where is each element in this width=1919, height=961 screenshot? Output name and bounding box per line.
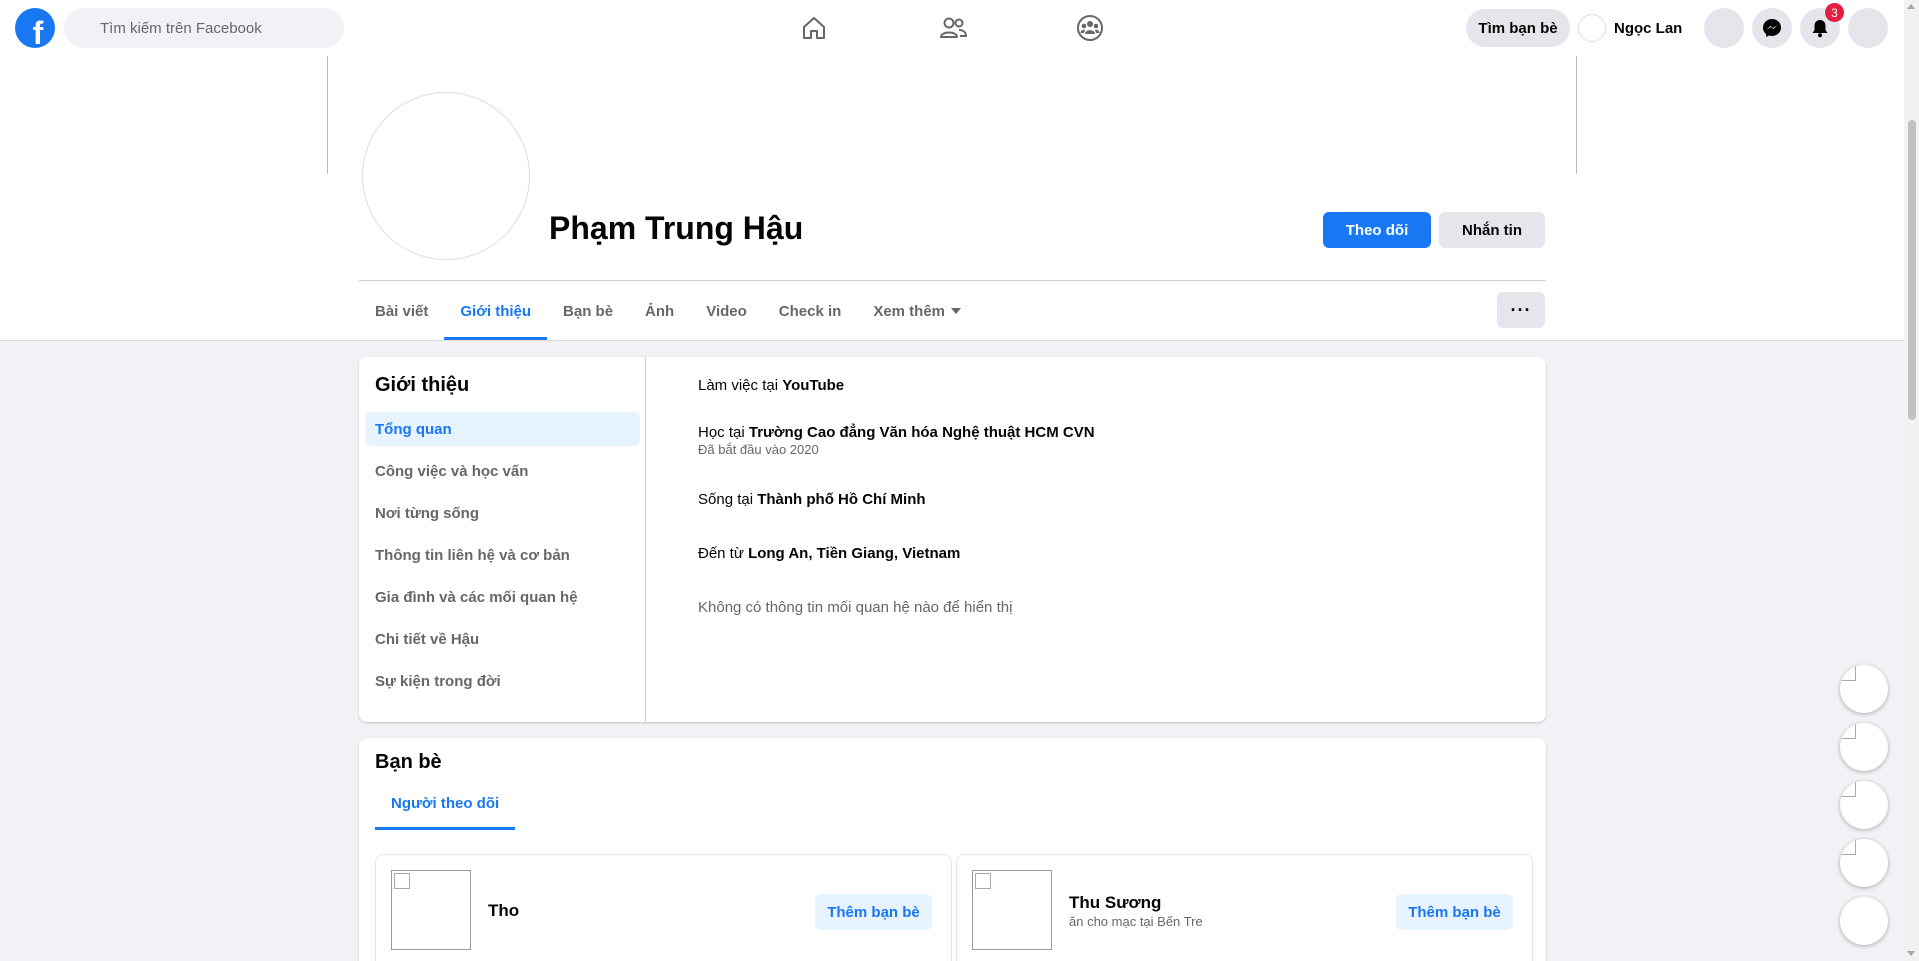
work-prefix: Làm việc tại bbox=[698, 377, 783, 394]
logo-letter: f bbox=[32, 15, 44, 48]
school-link[interactable]: Trường Cao đẳng Văn hóa Nghệ thuật HCM C… bbox=[749, 424, 1095, 441]
profile-tabs: Bài viết Giới thiệu Bạn bè Ảnh Video Che… bbox=[359, 282, 977, 340]
hometown-link[interactable]: Long An, Tiền Giang, Vietnam bbox=[748, 545, 960, 562]
friend-subtitle: ăn cho mạc tại Bến Tre bbox=[1069, 914, 1203, 929]
search-input[interactable] bbox=[64, 8, 344, 48]
scroll-up-arrow[interactable] bbox=[1907, 4, 1915, 9]
friend-photo[interactable] bbox=[972, 870, 1052, 950]
about-sidebar: Giới thiệu Tổng quan Công việc và học vấ… bbox=[359, 357, 646, 722]
study-prefix: Học tại bbox=[698, 424, 749, 441]
from-row: Đến từ Long An, Tiền Giang, Vietnam bbox=[698, 545, 960, 562]
tab-videos[interactable]: Video bbox=[690, 282, 763, 340]
messenger-icon bbox=[1763, 19, 1781, 37]
work-row: Làm việc tại YouTube bbox=[698, 377, 844, 394]
notifications-button[interactable]: 3 bbox=[1800, 3, 1844, 48]
profile-picture[interactable] bbox=[362, 92, 530, 260]
tab-more[interactable]: Xem thêm bbox=[857, 282, 977, 340]
top-navigation-bar: f Tìm bạn bè Ngọc Lan 3 bbox=[0, 0, 1904, 56]
list-item[interactable]: Tho Thêm bạn bè bbox=[375, 854, 952, 961]
contact-chat-head[interactable] bbox=[1840, 781, 1888, 829]
contact-chat-head[interactable] bbox=[1840, 839, 1888, 887]
sidebar-item-contact-info[interactable]: Thông tin liên hệ và cơ bản bbox=[365, 538, 640, 572]
profile-header: Phạm Trung Hậu Theo dõi Nhắn tin Bài viế… bbox=[0, 56, 1904, 341]
scrollbar-thumb[interactable] bbox=[1908, 120, 1916, 420]
tab-check-ins[interactable]: Check in bbox=[763, 282, 858, 340]
sidebar-item-overview[interactable]: Tổng quan bbox=[365, 412, 640, 446]
study-start: Đã bắt đầu vào 2020 bbox=[698, 442, 819, 457]
user-profile-chip[interactable]: Ngọc Lan bbox=[1578, 10, 1682, 46]
cover-edge bbox=[1576, 56, 1577, 174]
menu-button[interactable] bbox=[1704, 8, 1744, 48]
lives-in-row: Sống tại Thành phố Hồ Chí Minh bbox=[698, 491, 926, 508]
list-item[interactable]: Thu Sương ăn cho mạc tại Bến Tre Thêm bạ… bbox=[956, 854, 1533, 961]
user-name: Ngọc Lan bbox=[1614, 19, 1683, 37]
tab-posts[interactable]: Bài viết bbox=[359, 282, 444, 340]
tab-photos[interactable]: Ảnh bbox=[629, 282, 690, 340]
tab-about[interactable]: Giới thiệu bbox=[444, 282, 547, 340]
work-link[interactable]: YouTube bbox=[782, 377, 844, 394]
find-friends-button[interactable]: Tìm bạn bè bbox=[1466, 9, 1570, 47]
tab-friends[interactable]: Bạn bè bbox=[547, 282, 629, 340]
broken-image-icon bbox=[1840, 781, 1856, 797]
tab-more-label: Xem thêm bbox=[873, 302, 946, 320]
friends-icon[interactable] bbox=[937, 12, 969, 44]
messenger-button[interactable] bbox=[1752, 8, 1792, 48]
broken-image-icon bbox=[1840, 723, 1856, 739]
friends-title: Bạn bè bbox=[375, 751, 442, 773]
sidebar-item-places-lived[interactable]: Nơi từng sống bbox=[365, 496, 640, 530]
broken-image-icon bbox=[1840, 665, 1856, 681]
scroll-down-arrow[interactable] bbox=[1907, 951, 1915, 956]
avatar bbox=[1578, 14, 1606, 42]
chevron-down-icon bbox=[951, 308, 962, 314]
from-prefix: Đến từ bbox=[698, 545, 749, 562]
cover-edge bbox=[327, 56, 328, 174]
friends-card: Bạn bè Người theo dõi Tho Thêm bạn bè Th… bbox=[359, 738, 1546, 961]
broken-image-icon bbox=[1840, 839, 1856, 855]
follow-button[interactable]: Theo dõi bbox=[1323, 212, 1431, 248]
message-button[interactable]: Nhắn tin bbox=[1439, 212, 1545, 248]
friend-name[interactable]: Thu Sương bbox=[1069, 893, 1161, 913]
bell-icon bbox=[1812, 20, 1828, 38]
add-friend-button[interactable]: Thêm bạn bè bbox=[1396, 894, 1513, 930]
notification-badge: 3 bbox=[1825, 3, 1844, 22]
about-title: Giới thiệu bbox=[375, 374, 470, 396]
more-options-button[interactable]: ··· bbox=[1497, 292, 1545, 328]
groups-icon[interactable] bbox=[1074, 12, 1106, 44]
home-icon[interactable] bbox=[798, 12, 830, 44]
divider bbox=[359, 280, 1546, 281]
relationship-row: Không có thông tin mối quan hệ nào để hi… bbox=[698, 599, 1013, 616]
facebook-logo[interactable]: f bbox=[15, 8, 55, 48]
contact-chat-head[interactable] bbox=[1840, 723, 1888, 771]
add-friend-button[interactable]: Thêm bạn bè bbox=[815, 894, 932, 930]
live-prefix: Sống tại bbox=[698, 491, 758, 508]
profile-name: Phạm Trung Hậu bbox=[549, 210, 804, 246]
broken-image-icon bbox=[975, 873, 991, 889]
sidebar-item-family[interactable]: Gia đình và các mối quan hệ bbox=[365, 580, 640, 614]
city-link[interactable]: Thành phố Hồ Chí Minh bbox=[757, 491, 925, 508]
education-row: Học tại Trường Cao đẳng Văn hóa Nghệ thu… bbox=[698, 424, 1095, 457]
friend-photo[interactable] bbox=[391, 870, 471, 950]
sidebar-item-life-events[interactable]: Sự kiện trong đời bbox=[365, 664, 640, 698]
account-button[interactable] bbox=[1848, 8, 1888, 48]
tab-followers[interactable]: Người theo dõi bbox=[375, 776, 516, 830]
contact-chat-head[interactable] bbox=[1840, 665, 1888, 713]
broken-image-icon bbox=[394, 873, 410, 889]
new-message-button[interactable] bbox=[1840, 897, 1888, 945]
sidebar-item-work-education[interactable]: Công việc và học vấn bbox=[365, 454, 640, 488]
friend-name[interactable]: Tho bbox=[488, 901, 519, 921]
about-card: Giới thiệu Tổng quan Công việc và học vấ… bbox=[359, 357, 1546, 722]
sidebar-item-details[interactable]: Chi tiết về Hậu bbox=[365, 622, 640, 656]
